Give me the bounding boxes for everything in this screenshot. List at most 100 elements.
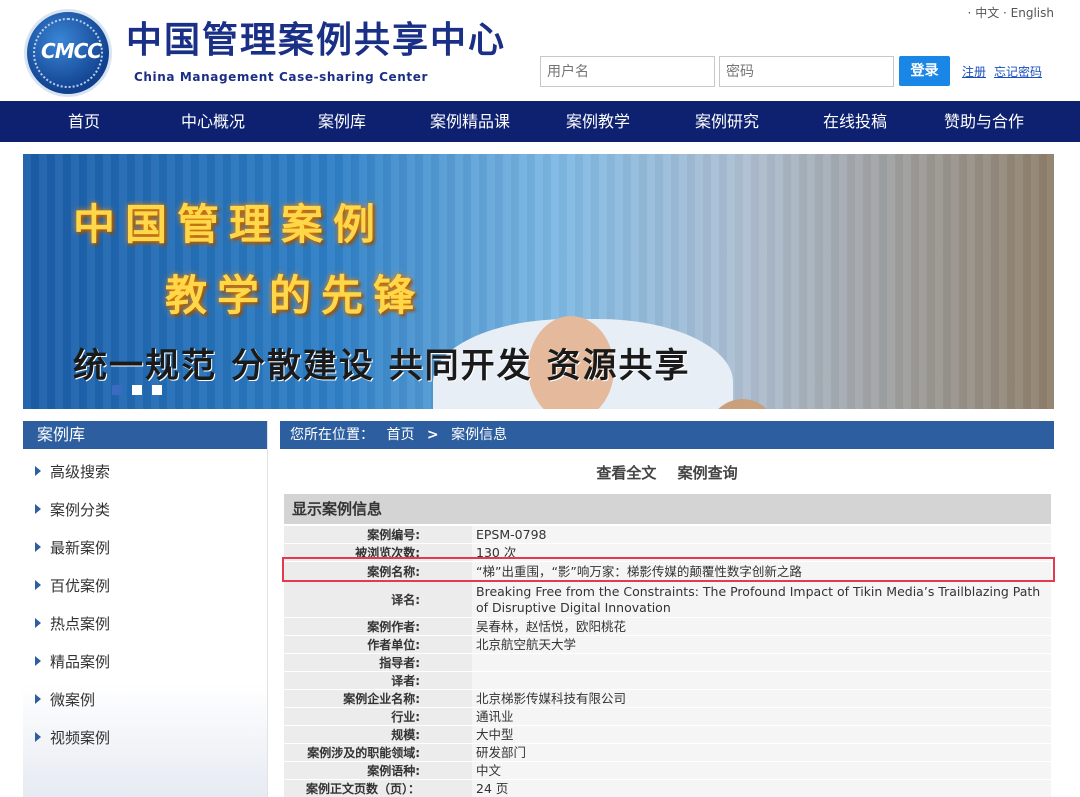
password-input[interactable]: [719, 56, 894, 87]
sidebar-item-label: 视频案例: [50, 729, 111, 747]
field-value: 大中型: [472, 726, 1051, 743]
field-value: 通讯业: [472, 708, 1051, 725]
table-row: 指导者:: [284, 654, 1051, 672]
hero-banner[interactable]: 中国管理案例 教学的先锋 统一规范 分散建设 共同开发 资源共享: [23, 154, 1054, 409]
sidebar-item-advanced-search[interactable]: 高级搜索: [35, 461, 110, 482]
breadcrumb-home-link[interactable]: 首页: [386, 427, 414, 443]
login-button[interactable]: 登录: [899, 56, 950, 86]
triangle-right-icon: [35, 580, 41, 590]
main-nav: 首页 中心概况 案例库 案例精品课 案例教学 案例研究 在线投稿 赞助与合作: [0, 101, 1080, 142]
table-row: 译名: Breaking Free from the Constraints: T…: [284, 582, 1051, 618]
table-row: 行业: 通讯业: [284, 708, 1051, 726]
field-label: 作者单位:: [284, 636, 472, 653]
table-row: 案例编号: EPSM-0798: [284, 526, 1051, 544]
breadcrumb-current: 案例信息: [451, 427, 508, 443]
banner-carousel-dots: [112, 384, 172, 399]
triangle-right-icon: [35, 542, 41, 552]
sidebar-item-label: 热点案例: [50, 615, 111, 633]
field-label: 案例正文页数（页）：: [284, 780, 472, 797]
language-switch: · 中文 · English: [967, 6, 1054, 20]
username-input[interactable]: [540, 56, 715, 87]
sidebar-item-video[interactable]: 视频案例: [35, 727, 110, 748]
triangle-right-icon: [35, 656, 41, 666]
site-title[interactable]: 中国管理案例共享中心: [126, 18, 506, 62]
field-label: 案例编号:: [284, 526, 472, 543]
field-label: 案例语种:: [284, 762, 472, 779]
sidebar-item-label: 最新案例: [50, 539, 111, 557]
case-actions: 查看全文 案例查询: [280, 462, 1054, 483]
case-info-heading: 显示案例信息: [284, 494, 1051, 524]
field-value: 北京梯影传媒科技有限公司: [472, 690, 1051, 707]
sidebar-item-micro[interactable]: 微案例: [35, 689, 95, 710]
forgot-password-link[interactable]: 忘记密码: [994, 63, 1042, 80]
breadcrumb-prefix: 您所在位置：: [290, 427, 374, 443]
nav-item-home[interactable]: 首页: [44, 101, 124, 142]
triangle-right-icon: [35, 694, 41, 704]
nav-item-courses[interactable]: 案例精品课: [420, 101, 520, 142]
case-name-highlight-box: [282, 557, 1055, 582]
table-row: 译者:: [284, 672, 1051, 690]
field-value: EPSM-0798: [472, 526, 1051, 543]
nav-item-sponsor[interactable]: 赞助与合作: [936, 101, 1032, 142]
banner-slogan-line2: 教学的先锋: [165, 271, 426, 320]
field-value: 中文: [472, 762, 1051, 779]
field-value: [472, 672, 1051, 689]
field-value: Breaking Free from the Constraints: The …: [472, 582, 1051, 617]
triangle-right-icon: [35, 466, 41, 476]
breadcrumb-separator: >: [426, 427, 439, 443]
table-row: 案例涉及的职能领域: 研发部门: [284, 744, 1051, 762]
sidebar-item-label: 案例分类: [50, 501, 111, 519]
sidebar: 案例库 高级搜索 案例分类 最新案例 百优案例 热点案例 精品案例 微案例 视频…: [23, 421, 268, 797]
field-value: 吴春林，赵恬悦，欧阳桃花: [472, 618, 1051, 635]
field-label: 译名:: [284, 582, 472, 617]
site-header: CMCC 中国管理案例共享中心 China Management Case-sh…: [0, 0, 1080, 101]
lang-english-link[interactable]: English: [1011, 6, 1054, 20]
field-value: 北京航空航天大学: [472, 636, 1051, 653]
table-row: 案例作者: 吴春林，赵恬悦，欧阳桃花: [284, 618, 1051, 636]
field-value: 研发部门: [472, 744, 1051, 761]
field-value: [472, 654, 1051, 671]
nav-item-about[interactable]: 中心概况: [168, 101, 258, 142]
banner-slogan-line1: 中国管理案例: [73, 200, 386, 249]
carousel-dot-1[interactable]: [112, 385, 122, 395]
field-label: 案例作者:: [284, 618, 472, 635]
nav-item-teaching[interactable]: 案例教学: [556, 101, 640, 142]
table-row: 案例正文页数（页）： 24 页: [284, 780, 1051, 797]
table-row: 案例企业名称: 北京梯影传媒科技有限公司: [284, 690, 1051, 708]
register-link[interactable]: 注册: [962, 63, 986, 80]
triangle-right-icon: [35, 732, 41, 742]
carousel-dot-2[interactable]: [132, 385, 142, 395]
sidebar-item-label: 百优案例: [50, 577, 111, 595]
nav-item-submit[interactable]: 在线投稿: [812, 101, 898, 142]
field-label: 规模:: [284, 726, 472, 743]
field-label: 案例涉及的职能领域:: [284, 744, 472, 761]
case-query-link[interactable]: 案例查询: [678, 464, 738, 482]
sidebar-item-latest[interactable]: 最新案例: [35, 537, 110, 558]
sidebar-item-label: 微案例: [50, 691, 96, 709]
sidebar-item-label: 高级搜索: [50, 463, 111, 481]
field-value: 24 页: [472, 780, 1051, 797]
field-label: 行业:: [284, 708, 472, 725]
sidebar-item-hot[interactable]: 热点案例: [35, 613, 110, 634]
breadcrumb: 您所在位置： 首页 > 案例信息: [280, 421, 1054, 449]
sidebar-item-label: 精品案例: [50, 653, 111, 671]
view-full-text-link[interactable]: 查看全文: [596, 464, 656, 482]
logo-text: CMCC: [41, 39, 102, 63]
table-row: 案例语种: 中文: [284, 762, 1051, 780]
sidebar-item-categories[interactable]: 案例分类: [35, 499, 110, 520]
sidebar-title: 案例库: [23, 421, 267, 449]
nav-item-case-library[interactable]: 案例库: [300, 101, 384, 142]
lang-chinese-link[interactable]: 中文: [975, 6, 999, 20]
carousel-dot-3[interactable]: [152, 385, 162, 395]
nav-item-research[interactable]: 案例研究: [684, 101, 770, 142]
table-row: 作者单位: 北京航空航天大学: [284, 636, 1051, 654]
sidebar-item-featured[interactable]: 精品案例: [35, 651, 110, 672]
triangle-right-icon: [35, 504, 41, 514]
field-label: 译者:: [284, 672, 472, 689]
site-subtitle: China Management Case-sharing Center: [134, 70, 428, 84]
field-label: 案例企业名称:: [284, 690, 472, 707]
sidebar-item-top100[interactable]: 百优案例: [35, 575, 110, 596]
banner-slogan-line3: 统一规范 分散建设 共同开发 资源共享: [73, 346, 691, 386]
field-label: 指导者:: [284, 654, 472, 671]
cmcc-logo-emblem[interactable]: CMCC: [24, 9, 112, 97]
